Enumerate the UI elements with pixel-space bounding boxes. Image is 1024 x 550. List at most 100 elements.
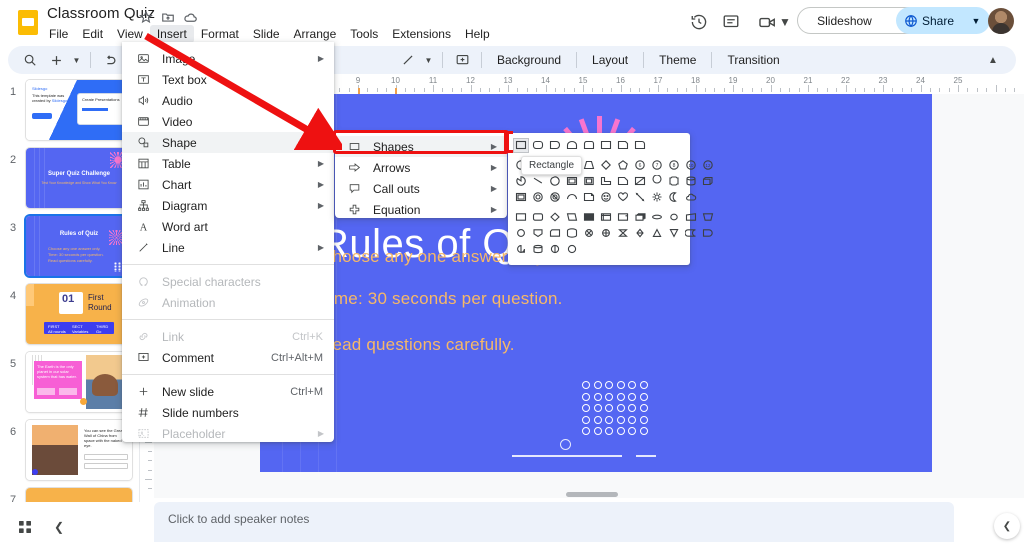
meet-camera-icon[interactable]: [754, 9, 780, 35]
filmstrip-slide-2[interactable]: 2 Super Quiz Challenge Test Your Knowled…: [0, 144, 140, 212]
insert-menu-item-diagram[interactable]: Diagram▶: [122, 195, 334, 216]
shape-smiley[interactable]: [598, 190, 614, 205]
shape-flow-sort[interactable]: [632, 226, 648, 241]
add-slide-caret[interactable]: ▼: [70, 48, 83, 72]
chevron-left-icon[interactable]: ❮: [48, 516, 70, 538]
shape-snip-rect[interactable]: [547, 138, 563, 153]
shape-frame[interactable]: [564, 174, 580, 189]
menu-edit[interactable]: Edit: [75, 25, 110, 43]
shape-flow-offpage[interactable]: [530, 226, 546, 241]
shape-flow-direct-access[interactable]: [547, 242, 563, 257]
insert-menu-item-text-box[interactable]: Text box: [122, 69, 334, 90]
shape-flow-preparation[interactable]: [666, 210, 682, 225]
shape-submenu-item-arrows[interactable]: Arrows▶: [335, 157, 507, 178]
insert-menu-item-shape[interactable]: Shape▶: [122, 132, 334, 153]
shape-flow-punched-tape[interactable]: [564, 226, 580, 241]
shape-folded-corner[interactable]: [581, 190, 597, 205]
shape-bevel[interactable]: [513, 190, 529, 205]
shape-block-arc[interactable]: [564, 190, 580, 205]
chevron-up-icon[interactable]: ▲: [982, 49, 1004, 71]
insert-menu-item-word-art[interactable]: AWord art: [122, 216, 334, 237]
avatar[interactable]: [988, 8, 1014, 34]
shape-pentagon[interactable]: [615, 158, 631, 173]
menu-slide[interactable]: Slide: [246, 25, 287, 43]
shape-rounded-rect[interactable]: [530, 138, 546, 153]
shape-teardrop[interactable]: [547, 174, 563, 189]
shape-diamond[interactable]: [598, 158, 614, 173]
slide-thumbnail[interactable]: The Earth is the only planet in our sola…: [26, 352, 132, 412]
theme-button[interactable]: Theme: [651, 50, 704, 70]
shape-flow-manual-op[interactable]: [700, 210, 716, 225]
menu-view[interactable]: View: [110, 25, 150, 43]
shape-flow-data[interactable]: [564, 210, 580, 225]
insert-menu-item-chart[interactable]: Chart▶: [122, 174, 334, 195]
slides-logo-icon[interactable]: [14, 8, 42, 36]
shape-donut[interactable]: [530, 190, 546, 205]
menu-file[interactable]: File: [42, 25, 75, 43]
shape-half-frame[interactable]: [581, 174, 597, 189]
shape-flowchart-doc[interactable]: [598, 138, 614, 153]
shape-flow-predefined[interactable]: [581, 210, 597, 225]
shape-chord[interactable]: [530, 174, 546, 189]
line-tool-icon[interactable]: [396, 48, 420, 72]
shape-flow-card[interactable]: [547, 226, 563, 241]
shape-corner[interactable]: [615, 174, 631, 189]
filmstrip-slide-5[interactable]: 5 The Earth is the only planet in our so…: [0, 348, 140, 416]
filmstrip-slide-1[interactable]: 1 Slidesgo This template was created by …: [0, 76, 140, 144]
slide-filmstrip[interactable]: 1 Slidesgo This template was created by …: [0, 76, 140, 502]
shape-snip-corner-rect[interactable]: [615, 138, 631, 153]
shape-hexagon-6[interactable]: 6: [632, 158, 648, 173]
grid-view-icon[interactable]: [14, 516, 36, 538]
meet-dropdown-caret[interactable]: ▼: [778, 9, 792, 35]
filmstrip-slide-7[interactable]: 7: [0, 484, 140, 502]
menu-format[interactable]: Format: [194, 25, 246, 43]
shape-plaque[interactable]: [666, 174, 682, 189]
slideshow-button[interactable]: Slideshow: [797, 7, 892, 34]
shape-flow-terminator[interactable]: [649, 210, 665, 225]
shape-rounded-one-corner[interactable]: [632, 138, 648, 153]
shape-flow-magnetic-disk[interactable]: [530, 242, 546, 257]
shape-cube[interactable]: [700, 174, 716, 189]
background-button[interactable]: Background: [489, 50, 569, 70]
shape-flow-multidoc[interactable]: [632, 210, 648, 225]
slide-body-line-2[interactable]: Time: 30 seconds per question.: [320, 289, 563, 309]
insert-menu-item-audio[interactable]: Audio: [122, 90, 334, 111]
shape-flow-delay[interactable]: [700, 226, 716, 241]
comment-history-icon[interactable]: [718, 9, 744, 35]
layout-button[interactable]: Layout: [584, 50, 636, 70]
menu-tools[interactable]: Tools: [343, 25, 385, 43]
shape-flow-merge[interactable]: [666, 226, 682, 241]
shape-arch[interactable]: [564, 138, 580, 153]
shape-diagonal-stripe[interactable]: [632, 174, 648, 189]
shape-sun[interactable]: [649, 190, 665, 205]
shape-flow-process[interactable]: [513, 210, 529, 225]
filmstrip-slide-6[interactable]: 6 You can see the Great Wall of China fr…: [0, 416, 140, 484]
transition-button[interactable]: Transition: [719, 50, 787, 70]
insert-menu-item-video[interactable]: Video: [122, 111, 334, 132]
shape-flow-seq-access[interactable]: [513, 242, 529, 257]
menu-extensions[interactable]: Extensions: [385, 25, 458, 43]
share-dropdown-caret[interactable]: ▼: [962, 7, 990, 34]
shape-flow-connector[interactable]: [513, 226, 529, 241]
shape-flow-collate[interactable]: [615, 226, 631, 241]
slide-thumbnail[interactable]: 01 First Round FIRSTAll rounds SECTVaria…: [26, 284, 132, 344]
menu-arrange[interactable]: Arrange: [287, 25, 344, 43]
shape-submenu-item-equation[interactable]: Equation▶: [335, 199, 507, 220]
shape-flow-or[interactable]: [581, 226, 597, 241]
insert-menu-item-new-slide[interactable]: New slideCtrl+M: [122, 381, 334, 402]
shape-lightning[interactable]: [632, 190, 648, 205]
slide-thumbnail[interactable]: You can see the Great Wall of China from…: [26, 420, 132, 480]
shape-flow-manual-input[interactable]: [683, 210, 699, 225]
speaker-notes-input[interactable]: Click to add speaker notes: [154, 502, 954, 542]
shape-decagon-10[interactable]: 10: [683, 158, 699, 173]
line-tool-caret[interactable]: ▼: [422, 48, 435, 72]
shape-l-shape[interactable]: [598, 174, 614, 189]
slide-thumbnail[interactable]: Rules of Quiz Choose any one answer only…: [26, 216, 132, 276]
insert-menu-item-line[interactable]: Line▶: [122, 237, 334, 258]
menu-help[interactable]: Help: [458, 25, 497, 43]
slide-thumbnail[interactable]: [26, 488, 132, 502]
filmstrip-slide-4[interactable]: 4 01 First Round FIRSTAll rounds SECTVar…: [0, 280, 140, 348]
shape-flow-document[interactable]: [615, 210, 631, 225]
shape-octagon-8[interactable]: 8: [666, 158, 682, 173]
shape-flow-internal[interactable]: [598, 210, 614, 225]
